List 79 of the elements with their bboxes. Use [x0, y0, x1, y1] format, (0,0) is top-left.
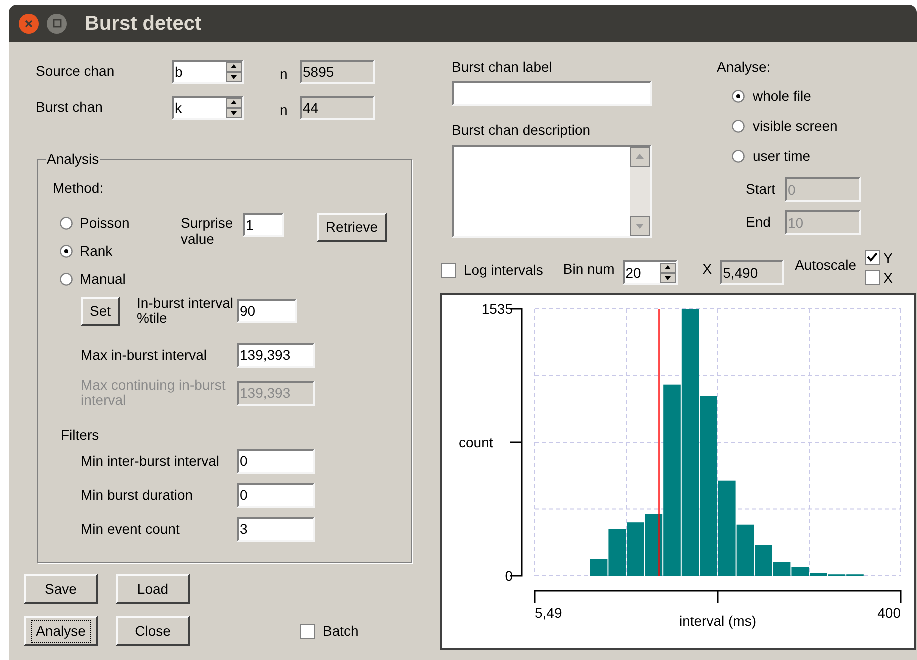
section-label: Analyse: — [717, 58, 772, 77]
text-field[interactable]: 5,490 — [720, 260, 784, 285]
group-title: Analysis — [46, 150, 100, 169]
text-field[interactable]: 0 — [237, 482, 315, 508]
checkbox-label[interactable]: Log intervals — [464, 260, 544, 281]
spin-field[interactable]: 20 — [622, 260, 678, 285]
field-label: Burst chan description — [452, 121, 592, 140]
y-tick-label: 1535 — [482, 301, 513, 317]
push-button[interactable]: Analyse — [24, 616, 98, 646]
radio-label[interactable]: visible screen — [753, 116, 838, 137]
field-label: Min inter-burst interval — [81, 452, 220, 471]
push-button[interactable]: Set — [81, 296, 120, 326]
text-field[interactable]: 5895 — [300, 60, 375, 84]
field-label: Burst chan label — [452, 58, 554, 77]
close-icon — [25, 20, 33, 28]
text-field[interactable]: 44 — [300, 96, 375, 120]
field-label: Bin num — [563, 260, 615, 279]
text-area[interactable] — [452, 145, 652, 238]
count-label: n — [280, 65, 289, 84]
checkbox[interactable] — [300, 624, 315, 638]
spinner-arrows-icon[interactable] — [660, 262, 676, 282]
field-label: Surprise value — [181, 215, 234, 250]
radio-button[interactable] — [60, 273, 73, 286]
maximize-button[interactable] — [47, 14, 67, 34]
x-range-label: 400 — [878, 605, 901, 621]
field-label: X — [702, 260, 712, 279]
spin-field[interactable]: b — [172, 60, 244, 84]
scrollbar[interactable] — [630, 147, 650, 236]
field-label: Source chan — [36, 62, 116, 81]
checkbox-label[interactable]: Y — [884, 250, 893, 264]
field-label: Max in-burst interval — [81, 348, 208, 363]
maximize-icon — [52, 19, 62, 28]
spinner-arrows-icon[interactable] — [226, 62, 242, 82]
push-button[interactable]: Save — [24, 574, 98, 604]
close-button[interactable] — [19, 14, 39, 34]
checkbox[interactable] — [864, 270, 880, 285]
field-label: Min event count — [81, 520, 181, 539]
radio-label[interactable]: user time — [753, 146, 811, 167]
push-button[interactable]: Close — [116, 616, 190, 646]
text-field[interactable] — [452, 81, 652, 106]
checkbox[interactable] — [864, 250, 880, 265]
spin-field[interactable]: k — [172, 96, 244, 120]
field-label: Max continuing in-burst interval — [81, 378, 227, 409]
checkbox-label[interactable]: Batch — [323, 620, 359, 642]
field-label: Start — [746, 180, 777, 199]
radio-button[interactable] — [732, 120, 745, 133]
radio-label[interactable]: Rank — [80, 241, 113, 262]
spinner-arrows-icon[interactable] — [226, 98, 242, 118]
field-label: Autoscale — [795, 256, 857, 275]
scroll-down-icon[interactable] — [630, 216, 650, 236]
radio-button[interactable] — [732, 90, 745, 103]
method-label: Method: — [53, 179, 105, 198]
x-range-label: 5,49 — [535, 605, 562, 621]
field-label: In-burst interval %tile — [137, 296, 234, 327]
text-field[interactable]: 139,393 — [237, 342, 315, 368]
checkbox-label[interactable]: X — [884, 270, 893, 284]
section-label: Filters — [61, 426, 100, 445]
text-field[interactable]: 90 — [237, 299, 297, 324]
push-button[interactable]: Retrieve — [317, 213, 387, 242]
radio-label[interactable]: whole file — [753, 86, 812, 107]
checkbox[interactable] — [441, 263, 456, 278]
histogram-bar — [627, 522, 644, 576]
window-title: Burst detect — [85, 12, 202, 36]
y-axis-label: count — [459, 434, 494, 450]
radio-button[interactable] — [60, 217, 73, 230]
radio-button[interactable] — [732, 150, 745, 163]
radio-button[interactable] — [60, 245, 73, 258]
x-axis-label: interval (ms) — [680, 613, 756, 629]
text-field[interactable]: 1 — [243, 213, 284, 237]
field-label: Burst chan — [36, 98, 104, 117]
scroll-up-icon[interactable] — [630, 147, 650, 167]
count-label: n — [280, 101, 289, 120]
field-label: Min burst duration — [81, 486, 194, 505]
radio-label[interactable]: Poisson — [80, 213, 130, 234]
field-label: End — [746, 213, 772, 232]
text-field[interactable]: 0 — [237, 448, 315, 474]
radio-label[interactable]: Manual — [80, 269, 126, 290]
push-button[interactable]: Load — [116, 574, 190, 604]
text-field[interactable]: 3 — [237, 516, 315, 542]
